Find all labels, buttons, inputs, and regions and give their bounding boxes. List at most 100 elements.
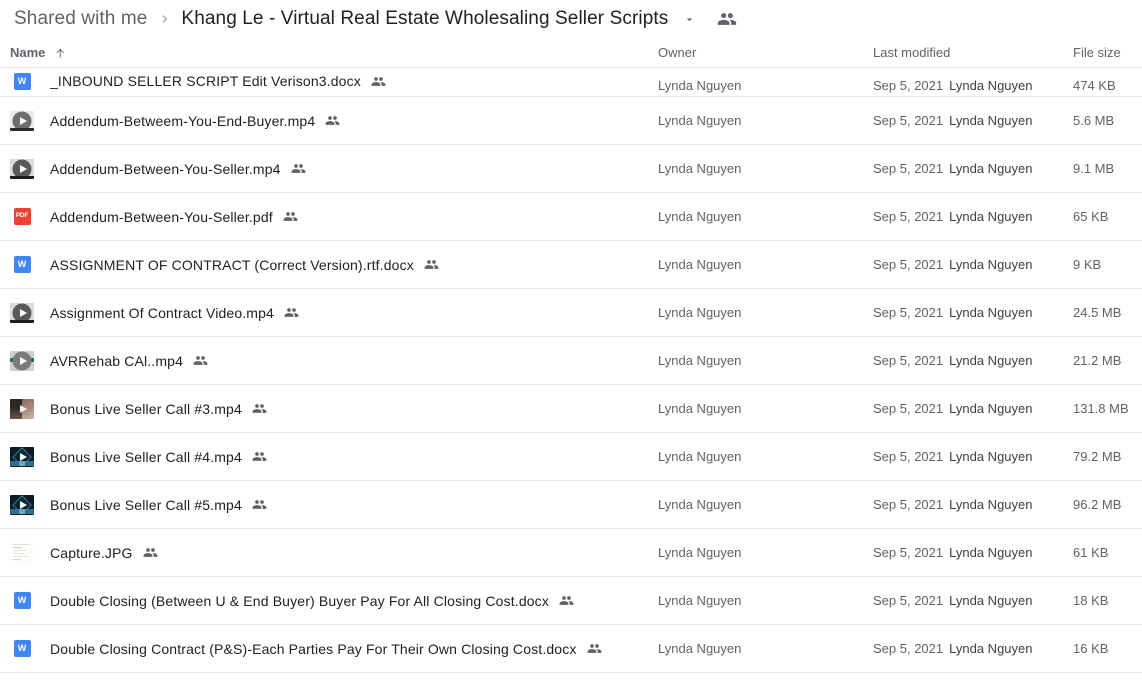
file-modified-date: Sep 5, 2021 <box>873 401 944 416</box>
file-name-cell: PDF Addendum-Between-You-Seller.pdf <box>10 205 658 229</box>
shared-people-icon <box>325 113 340 128</box>
file-row[interactable]: AVRRehab CAl..mp4 Lynda Nguyen Sep 5, 2021… <box>0 337 1142 385</box>
file-row[interactable]: Bonus Live Seller Call #3.mp4 Lynda Nguye… <box>0 385 1142 433</box>
word-doc-icon: W <box>10 637 34 661</box>
file-modified-by: Lynda Nguyen <box>949 305 1033 320</box>
shared-people-icon <box>252 449 267 464</box>
file-name-cell: W _INBOUND SELLER SCRIPT Edit Verison3.do… <box>10 69 658 93</box>
file-owner: Lynda Nguyen <box>658 209 742 224</box>
column-header-owner[interactable]: Owner <box>658 45 873 60</box>
column-header-file-size[interactable]: File size <box>1073 45 1142 60</box>
column-header-name[interactable]: Name <box>10 45 658 60</box>
file-modified-by: Lynda Nguyen <box>949 641 1033 656</box>
file-modified-date: Sep 5, 2021 <box>873 449 944 464</box>
file-row[interactable]: W Double Closing Contract (P&S)-Each Part… <box>0 625 1142 673</box>
video-thumbnail-icon <box>10 349 34 373</box>
file-size: 131.8 MB <box>1073 401 1129 416</box>
chevron-right-icon <box>151 12 177 26</box>
file-size: 18 KB <box>1073 593 1109 608</box>
file-last-modified: Sep 5, 2021 Lynda Nguyen <box>873 113 1073 128</box>
file-name-label: _INBOUND SELLER SCRIPT Edit Verison3.doc… <box>50 73 361 89</box>
file-size: 65 KB <box>1073 209 1109 224</box>
file-name-cell: Bonus Live Seller Call #4.mp4 <box>10 445 658 469</box>
file-owner: Lynda Nguyen <box>658 497 742 512</box>
shared-people-icon <box>252 401 267 416</box>
file-name-cell: Bonus Live Seller Call #3.mp4 <box>10 397 658 421</box>
shared-people-icon <box>143 545 158 560</box>
file-modified-date: Sep 5, 2021 <box>873 545 944 560</box>
shared-people-icon <box>283 209 298 224</box>
file-size: 21.2 MB <box>1073 353 1122 368</box>
file-last-modified: Sep 5, 2021 Lynda Nguyen <box>873 449 1073 464</box>
file-modified-by: Lynda Nguyen <box>949 497 1033 512</box>
file-modified-by: Lynda Nguyen <box>949 449 1033 464</box>
video-thumbnail-icon <box>10 445 34 469</box>
file-owner: Lynda Nguyen <box>658 449 742 464</box>
breadcrumb-shared-with-me[interactable]: Shared with me <box>10 5 151 33</box>
file-row[interactable]: Addendum-Between-You-Seller.mp4 Lynda Ngu… <box>0 145 1142 193</box>
file-owner: Lynda Nguyen <box>658 113 742 128</box>
shared-people-icon <box>587 641 602 656</box>
file-owner: Lynda Nguyen <box>658 545 742 560</box>
file-name-label: Bonus Live Seller Call #5.mp4 <box>50 496 242 513</box>
file-name-label: Addendum-Between-You-Seller.pdf <box>50 208 273 225</box>
file-name-label: Assignment Of Contract Video.mp4 <box>50 304 274 321</box>
file-name-cell: W Double Closing (Between U & End Buyer) … <box>10 589 658 613</box>
file-modified-by: Lynda Nguyen <box>949 161 1033 176</box>
file-modified-date: Sep 5, 2021 <box>873 209 944 224</box>
file-owner: Lynda Nguyen <box>658 161 742 176</box>
file-name-label: Addendum-Between-You-Seller.mp4 <box>50 160 281 177</box>
file-modified-by: Lynda Nguyen <box>949 545 1033 560</box>
word-doc-icon: W <box>10 253 34 277</box>
file-last-modified: Sep 5, 2021 Lynda Nguyen <box>873 209 1073 224</box>
file-last-modified: Sep 5, 2021 Lynda Nguyen <box>873 497 1073 512</box>
file-row[interactable]: Bonus Live Seller Call #4.mp4 Lynda Nguye… <box>0 433 1142 481</box>
pdf-icon: PDF <box>10 205 34 229</box>
file-size: 5.6 MB <box>1073 113 1115 128</box>
file-last-modified: Sep 5, 2021 Lynda Nguyen <box>873 78 1073 93</box>
file-row[interactable]: W Double Closing (Between U & End Buyer) … <box>0 577 1142 625</box>
file-size: 96.2 MB <box>1073 497 1122 512</box>
column-header-name-label: Name <box>10 45 46 60</box>
file-last-modified: Sep 5, 2021 Lynda Nguyen <box>873 353 1073 368</box>
file-last-modified: Sep 5, 2021 Lynda Nguyen <box>873 257 1073 272</box>
column-headers: Name Owner Last modified File size <box>0 38 1142 68</box>
file-name-label: ASSIGNMENT OF CONTRACT (Correct Version)… <box>50 256 414 273</box>
shared-people-icon <box>284 305 299 320</box>
file-row[interactable]: W _INBOUND SELLER SCRIPT Edit Verison3.do… <box>0 68 1142 97</box>
file-last-modified: Sep 5, 2021 Lynda Nguyen <box>873 401 1073 416</box>
file-modified-by: Lynda Nguyen <box>949 113 1033 128</box>
image-thumbnail-icon <box>10 541 34 565</box>
video-thumbnail-icon <box>10 301 34 325</box>
file-row[interactable]: Bonus Live Seller Call #5.mp4 Lynda Nguye… <box>0 481 1142 529</box>
file-modified-by: Lynda Nguyen <box>949 401 1033 416</box>
file-modified-date: Sep 5, 2021 <box>873 641 944 656</box>
file-owner: Lynda Nguyen <box>658 593 742 608</box>
video-thumbnail-icon <box>10 397 34 421</box>
file-name-cell: Addendum-Betweem-You-End-Buyer.mp4 <box>10 109 658 133</box>
file-name-cell: Addendum-Between-You-Seller.mp4 <box>10 157 658 181</box>
shared-people-icon <box>424 257 439 272</box>
file-size: 61 KB <box>1073 545 1109 560</box>
file-row[interactable]: PDF Addendum-Between-You-Seller.pdf Lynda … <box>0 193 1142 241</box>
file-owner: Lynda Nguyen <box>658 305 742 320</box>
file-modified-by: Lynda Nguyen <box>949 209 1033 224</box>
file-name-cell: Assignment Of Contract Video.mp4 <box>10 301 658 325</box>
chevron-down-icon[interactable] <box>676 6 702 32</box>
file-row[interactable]: Capture.JPG Lynda Nguyen Sep 5, 2021 Lynda … <box>0 529 1142 577</box>
file-last-modified: Sep 5, 2021 Lynda Nguyen <box>873 545 1073 560</box>
file-row[interactable]: Addendum-Betweem-You-End-Buyer.mp4 Lynda … <box>0 97 1142 145</box>
file-row[interactable]: W ASSIGNMENT OF CONTRACT (Correct Version… <box>0 241 1142 289</box>
file-row[interactable]: Assignment Of Contract Video.mp4 Lynda Ng… <box>0 289 1142 337</box>
people-icon[interactable] <box>712 6 742 32</box>
file-name-label: Bonus Live Seller Call #3.mp4 <box>50 400 242 417</box>
file-name-label: Addendum-Betweem-You-End-Buyer.mp4 <box>50 112 316 129</box>
breadcrumb-bar: Shared with me Khang Le - Virtual Real E… <box>0 0 1142 38</box>
file-modified-date: Sep 5, 2021 <box>873 78 944 93</box>
file-owner: Lynda Nguyen <box>658 78 742 93</box>
file-name-cell: Capture.JPG <box>10 541 658 565</box>
column-header-last-modified[interactable]: Last modified <box>873 45 1073 60</box>
file-modified-date: Sep 5, 2021 <box>873 305 944 320</box>
file-modified-date: Sep 5, 2021 <box>873 113 944 128</box>
page-title: Khang Le - Virtual Real Estate Wholesali… <box>181 8 669 29</box>
